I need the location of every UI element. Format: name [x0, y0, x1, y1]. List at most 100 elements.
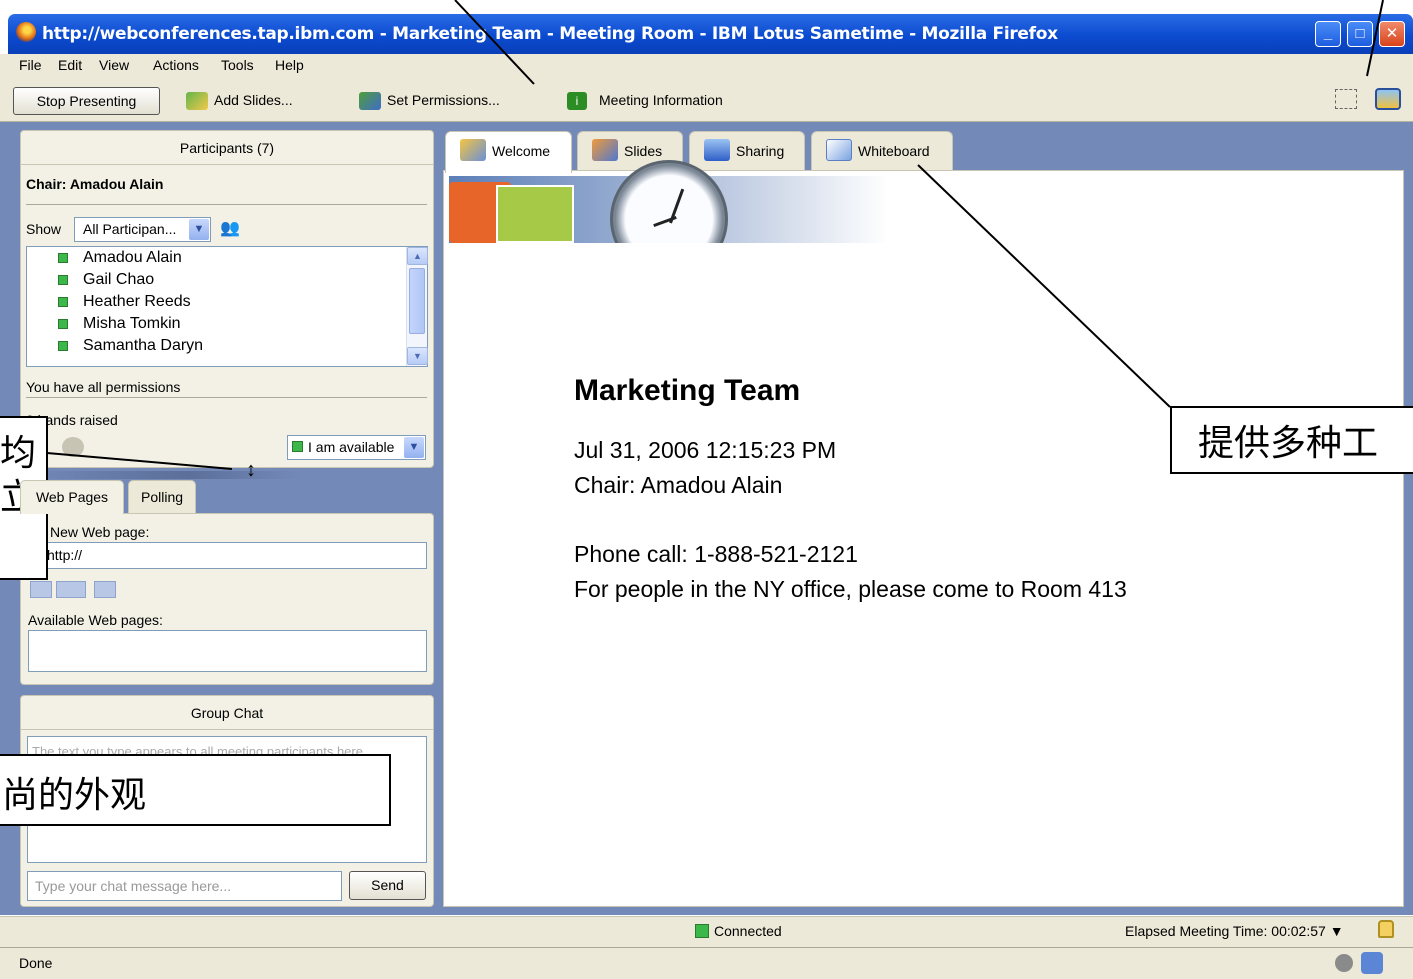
tab-slides-label: Slides [624, 143, 663, 159]
available-web-pages-list[interactable] [28, 630, 427, 672]
participants-header: Participants (7) [21, 131, 433, 165]
dropdown-arrow-icon: ▼ [1329, 923, 1344, 939]
meeting-date: Jul 31, 2006 12:15:23 PM [574, 437, 837, 463]
meeting-phone: Phone call: 1-888-521-2121 [574, 541, 858, 567]
menu-view[interactable]: View [99, 57, 129, 73]
tab-sharing[interactable]: Sharing [689, 131, 805, 171]
banner-document-graphic [496, 185, 574, 243]
online-status-icon [58, 297, 68, 307]
maximize-button[interactable]: □ [1347, 21, 1373, 47]
annotation-text: 均 [0, 433, 37, 474]
browser-status-text: Done [19, 955, 53, 971]
menu-file[interactable]: File [19, 57, 42, 73]
meeting-chair-label: Chair: [574, 472, 636, 498]
send-web-page-icon[interactable] [56, 581, 86, 598]
permissions-icon [359, 92, 381, 111]
tab-welcome[interactable]: Welcome [445, 131, 572, 173]
tab-polling[interactable]: Polling [128, 480, 196, 514]
show-filter-select[interactable]: All Participan... ▼ [74, 217, 211, 242]
tab-web-pages[interactable]: Web Pages [20, 480, 124, 514]
add-slides-icon [186, 92, 208, 111]
meeting-chair-name: Amadou Alain [640, 472, 783, 498]
connection-status: Connected [714, 923, 782, 939]
divider [26, 204, 427, 205]
add-slides-label: Add Slides... [214, 92, 293, 108]
fullscreen-icon[interactable] [1335, 89, 1357, 109]
stop-presenting-button[interactable]: Stop Presenting [13, 87, 160, 115]
participant-item[interactable]: Gail Chao [83, 271, 154, 289]
participant-item[interactable]: Samantha Daryn [83, 337, 203, 355]
browser-status-bar [0, 947, 1413, 979]
menu-bar: File Edit View Actions Tools Help [0, 54, 1413, 78]
chevron-down-icon: ▼ [189, 219, 209, 240]
group-chat-header: Group Chat [21, 696, 433, 730]
menu-help[interactable]: Help [275, 57, 304, 73]
meeting-information-button[interactable]: i Meeting Information [567, 92, 723, 111]
available-web-pages-label: Available Web pages: [28, 612, 163, 628]
scroll-up-icon[interactable]: ▲ [407, 247, 428, 265]
meeting-chair: Chair: Amadou Alain [574, 472, 782, 499]
raise-hand-icon[interactable] [62, 437, 84, 457]
menu-edit[interactable]: Edit [58, 57, 82, 73]
scroll-down-icon[interactable]: ▼ [407, 347, 428, 365]
online-status-icon [58, 341, 68, 351]
remove-web-page-icon[interactable] [94, 581, 116, 598]
meeting-information-label: Meeting Information [599, 92, 723, 108]
online-status-icon [58, 253, 68, 263]
panel-resize-handle[interactable] [20, 471, 300, 479]
screen-share-icon[interactable] [1375, 88, 1401, 110]
monitor-icon [704, 139, 730, 161]
connected-status-icon [695, 924, 709, 938]
chat-message-input[interactable]: Type your chat message here... [27, 871, 342, 901]
show-filter-value: All Participan... [83, 221, 177, 237]
resize-cursor-icon: ↕ [246, 459, 256, 481]
online-status-icon [58, 275, 68, 285]
permissions-label: You have all permissions [26, 379, 181, 395]
participant-item[interactable]: Misha Tomkin [83, 315, 181, 333]
annotation-callout-look: 尚的外观 [0, 754, 391, 826]
elapsed-time-menu[interactable]: Elapsed Meeting Time: 00:02:57 ▼ [1125, 923, 1344, 939]
divider [26, 397, 427, 398]
annotation-callout-tools: 提供多种工 [1170, 406, 1413, 474]
close-button[interactable]: ✕ [1379, 21, 1405, 47]
window-title: http://webconferences.tap.ibm.com - Mark… [42, 24, 1058, 44]
menu-tools[interactable]: Tools [221, 57, 254, 73]
security-icon [1361, 952, 1383, 974]
info-icon: i [567, 92, 587, 111]
slides-icon [592, 139, 618, 161]
url-input[interactable]: http:// [28, 542, 427, 569]
availability-value: I am available [308, 439, 395, 455]
web-page-icon[interactable] [30, 581, 52, 598]
minimize-button[interactable]: _ [1315, 21, 1341, 47]
available-status-icon [292, 441, 303, 452]
welcome-content [443, 170, 1404, 907]
send-button[interactable]: Send [349, 871, 426, 900]
chair-label: Chair: Amadou Alain [26, 176, 164, 192]
tab-welcome-label: Welcome [492, 143, 551, 159]
lock-icon[interactable] [1378, 920, 1394, 938]
new-web-page-label: New Web page: [50, 524, 150, 540]
home-icon [460, 139, 486, 161]
blocked-icon [1335, 954, 1353, 972]
scroll-thumb[interactable] [409, 268, 425, 334]
meeting-title: Marketing Team [574, 374, 801, 407]
set-permissions-button[interactable]: Set Permissions... [359, 92, 500, 111]
elapsed-time: Elapsed Meeting Time: 00:02:57 [1125, 923, 1326, 939]
participant-item[interactable]: Heather Reeds [83, 293, 191, 311]
firefox-icon [16, 22, 36, 42]
participant-list: Amadou Alain Gail Chao Heather Reeds Mis… [26, 246, 428, 367]
menu-actions[interactable]: Actions [153, 57, 199, 73]
tab-sharing-label: Sharing [736, 143, 785, 159]
show-label: Show [26, 221, 62, 237]
set-permissions-label: Set Permissions... [387, 92, 500, 108]
online-status-icon [58, 319, 68, 329]
whiteboard-icon [826, 139, 852, 161]
meeting-note: For people in the NY office, please come… [574, 576, 1127, 602]
participant-item[interactable]: Amadou Alain [83, 249, 182, 267]
chevron-down-icon: ▼ [404, 437, 424, 458]
group-icon[interactable]: 👥 [220, 218, 244, 240]
tab-whiteboard-label: Whiteboard [858, 143, 930, 159]
availability-select[interactable]: I am available ▼ [287, 435, 426, 460]
add-slides-button[interactable]: Add Slides... [186, 92, 293, 111]
tab-whiteboard[interactable]: Whiteboard [811, 131, 953, 171]
